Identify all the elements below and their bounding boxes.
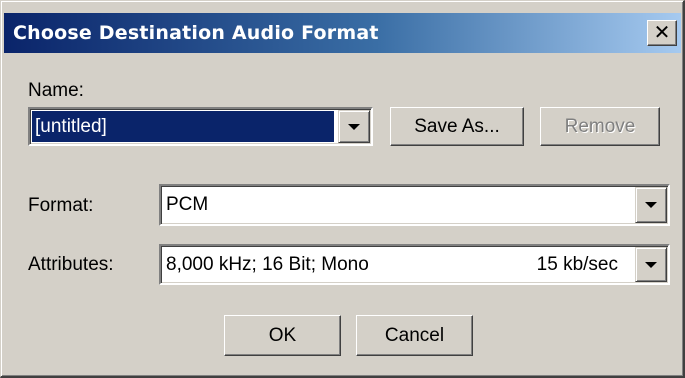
name-dropdown-button[interactable] (338, 110, 370, 143)
bitrate-value: 15 kb/sec (536, 253, 618, 275)
name-value: [untitled] (35, 115, 107, 137)
chevron-down-icon (348, 123, 360, 130)
format-value: PCM (166, 194, 209, 215)
attributes-label: Attributes: (28, 254, 114, 275)
ok-button[interactable]: OK (224, 315, 341, 356)
title-bar[interactable]: Choose Destination Audio Format ✕ (4, 13, 681, 53)
save-as-button[interactable]: Save As... (390, 107, 524, 146)
close-icon: ✕ (653, 22, 671, 44)
name-combobox[interactable]: [untitled] (28, 107, 373, 146)
chevron-down-icon (645, 261, 657, 268)
format-dropdown-button[interactable] (635, 187, 667, 223)
attributes-value: 8,000 kHz; 16 Bit; Mono (166, 253, 369, 275)
remove-button[interactable]: Remove (540, 107, 660, 146)
format-label: Format: (28, 195, 94, 216)
format-combobox[interactable]: PCM (159, 184, 670, 226)
cancel-button[interactable]: Cancel (356, 315, 473, 356)
attributes-combobox[interactable]: 8,000 kHz; 16 Bit; Mono 15 kb/sec (159, 244, 670, 285)
attributes-dropdown-button[interactable] (635, 247, 667, 282)
audio-format-dialog: Choose Destination Audio Format ✕ Name: … (0, 0, 685, 378)
name-selection-highlight: [untitled] (32, 111, 334, 142)
name-label: Name: (28, 80, 84, 101)
dialog-title: Choose Destination Audio Format (13, 22, 379, 44)
close-button[interactable]: ✕ (647, 20, 677, 46)
chevron-down-icon (645, 202, 657, 208)
